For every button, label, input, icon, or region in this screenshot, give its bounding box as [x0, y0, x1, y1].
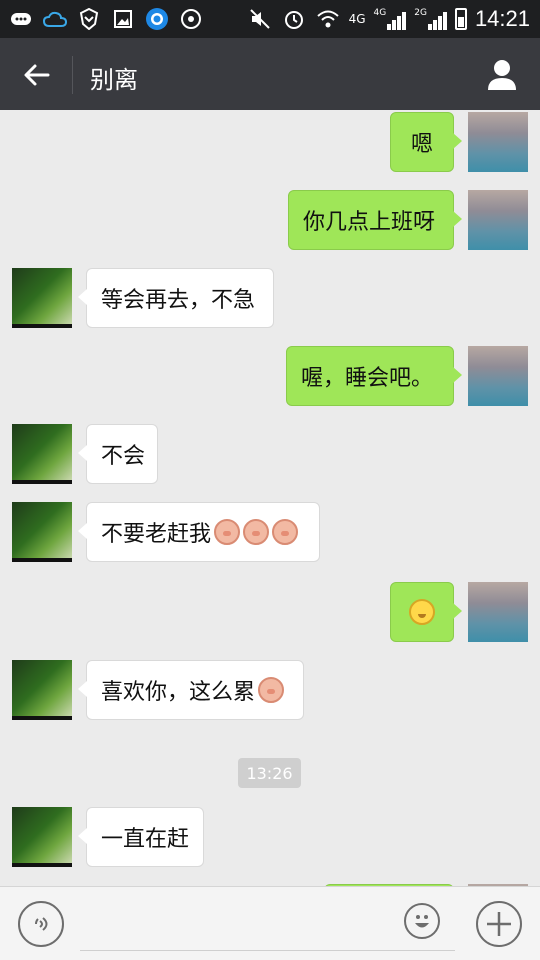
browser-icon — [144, 6, 170, 32]
signal-icon: 4G — [374, 8, 407, 30]
message-bubble-received[interactable]: 一直在赶 — [78, 807, 204, 867]
message-text: 喔，睡会吧。 — [301, 366, 434, 391]
image-icon — [110, 6, 136, 32]
signal-label-2: 2G — [414, 8, 427, 18]
alarm-icon — [281, 6, 307, 32]
pig-emoji-icon — [258, 677, 285, 703]
message-text: 等会再去，不急 — [101, 288, 256, 313]
contact-avatar[interactable] — [12, 502, 72, 562]
mute-icon — [247, 6, 273, 32]
message-input[interactable] — [80, 927, 455, 951]
message-bubble-sent[interactable]: 喔，睡会吧。 — [286, 346, 462, 406]
chat-header: 别离 — [0, 38, 540, 110]
sync-icon — [178, 6, 204, 32]
chat-bubble-icon — [8, 6, 34, 32]
header-divider — [72, 56, 73, 94]
battery-icon — [454, 8, 467, 30]
message-text: 一直在赶 — [101, 827, 190, 852]
message-text: 嗯 — [410, 132, 433, 157]
pig-emoji-icon — [214, 519, 241, 545]
pig-emoji-icon — [272, 519, 299, 545]
my-avatar[interactable] — [468, 582, 528, 642]
status-icons-right: 4G 4G 2G 14:21 — [247, 4, 530, 34]
emoji-icon[interactable] — [404, 903, 440, 939]
message-bubble-received[interactable]: 喜欢你，这么累 — [78, 660, 304, 720]
message-text: 不会 — [101, 444, 146, 469]
message-bubble-sent[interactable] — [390, 582, 462, 642]
my-avatar[interactable] — [468, 346, 528, 406]
input-bar — [0, 886, 540, 960]
contact-avatar[interactable] — [12, 268, 72, 328]
signal-icon-2: 2G — [414, 8, 447, 30]
message-text: 你几点上班呀 — [303, 210, 436, 235]
message-timestamp: 13:26 — [238, 758, 301, 788]
shield-icon — [76, 6, 102, 32]
message-text: 不要老赶我 — [101, 522, 212, 547]
clock: 14:21 — [474, 6, 530, 31]
contact-avatar[interactable] — [12, 807, 72, 867]
person-icon[interactable] — [484, 56, 520, 92]
pig-emoji-icon — [243, 519, 270, 545]
status-icons-left — [8, 6, 204, 32]
contact-name: 别离 — [90, 66, 138, 94]
signal-label-1: 4G — [373, 8, 387, 18]
message-bubble-sent[interactable]: 嗯 — [390, 112, 462, 172]
message-bubble-sent[interactable]: 你几点上班呀 — [288, 190, 462, 250]
network-type-label: 4G — [348, 12, 366, 26]
blush-emoji-icon — [409, 599, 435, 625]
wifi-icon — [315, 6, 341, 32]
voice-icon[interactable] — [18, 901, 64, 947]
my-avatar[interactable] — [468, 112, 528, 172]
message-bubble-received[interactable]: 等会再去，不急 — [78, 268, 274, 328]
arrow-left-icon[interactable] — [20, 58, 54, 92]
cloud-icon — [42, 6, 68, 32]
message-text: 喜欢你，这么累 — [101, 680, 256, 705]
contact-avatar[interactable] — [12, 424, 72, 484]
message-bubble-received[interactable]: 不要老赶我 — [78, 502, 320, 562]
plus-icon[interactable] — [476, 901, 522, 947]
message-bubble-received[interactable]: 不会 — [78, 424, 158, 484]
status-bar: 4G 4G 2G 14:21 — [0, 0, 540, 38]
contact-avatar[interactable] — [12, 660, 72, 720]
my-avatar[interactable] — [468, 190, 528, 250]
